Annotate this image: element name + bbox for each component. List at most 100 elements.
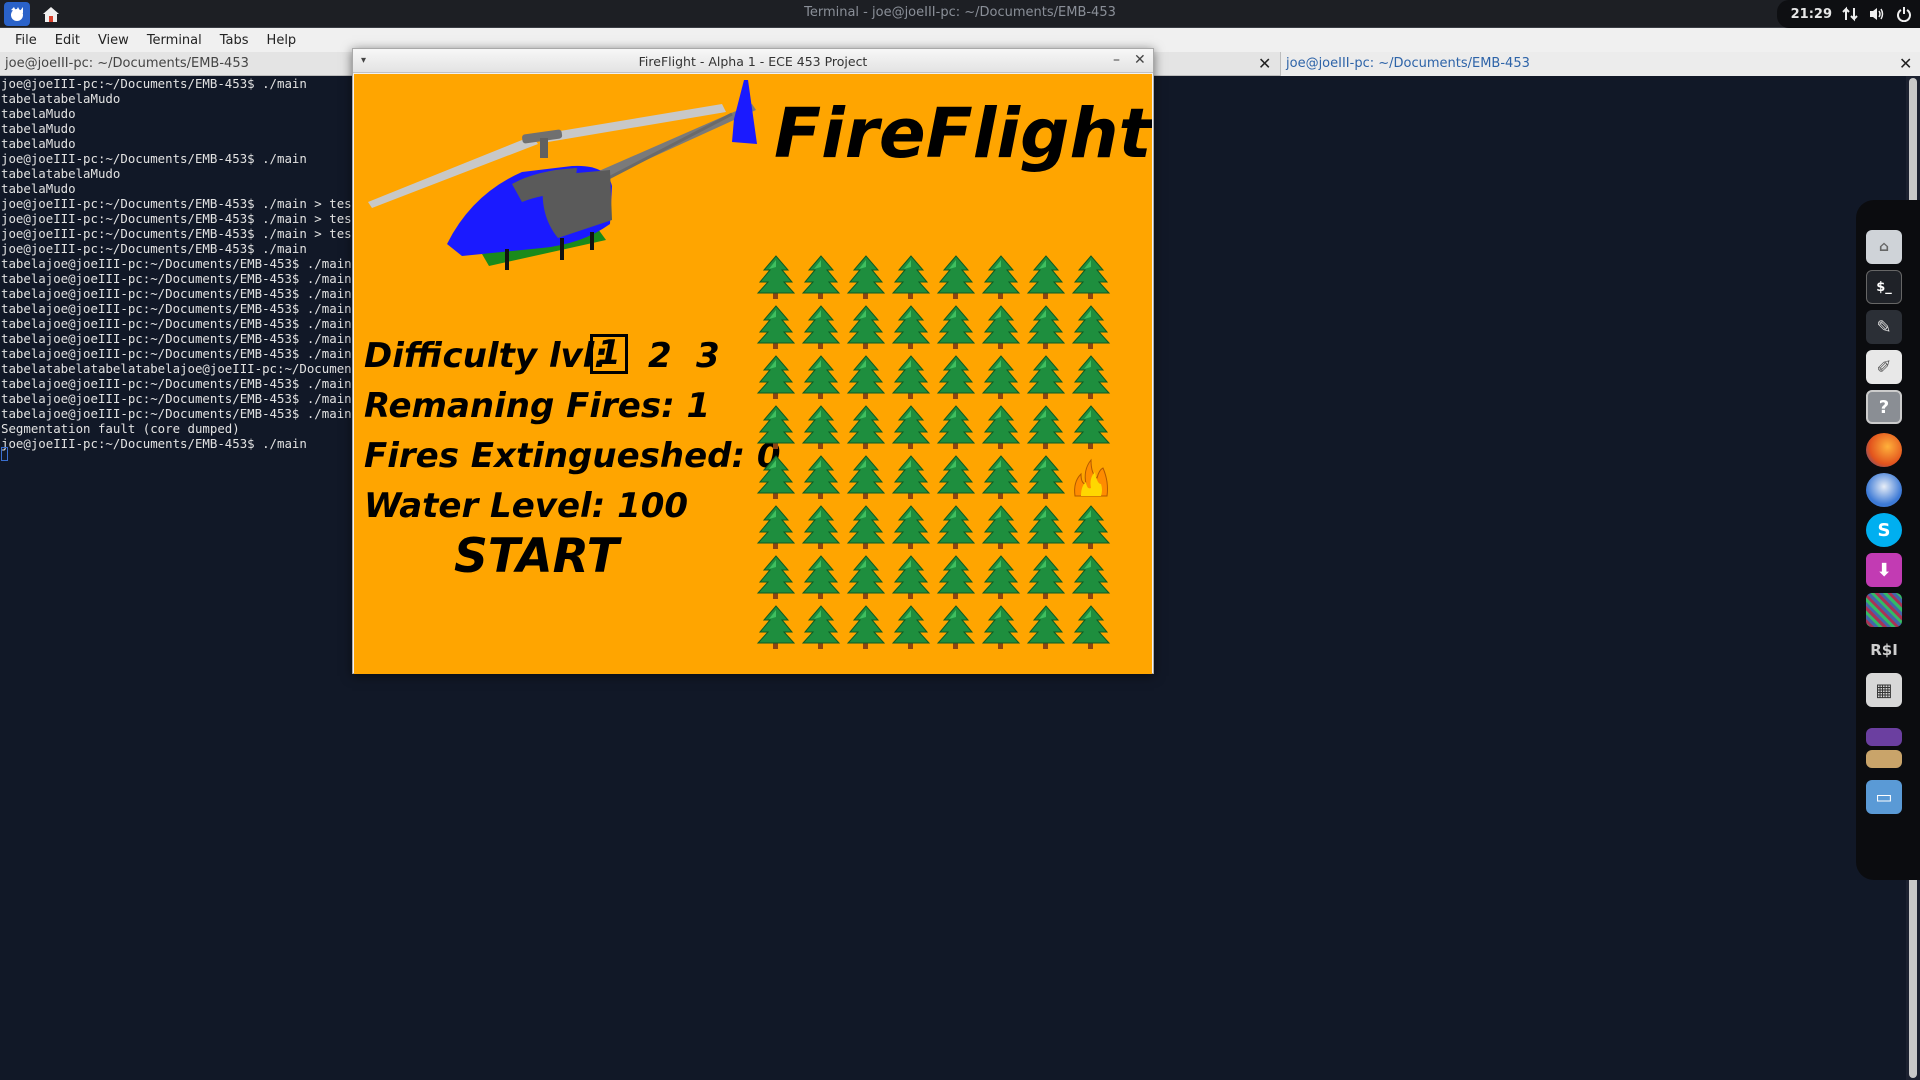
calculator-icon[interactable]: ▦ [1866,673,1902,707]
menu-terminal[interactable]: Terminal [140,33,209,48]
tree-icon [799,304,843,350]
tree-icon [844,254,888,300]
tree-icon [934,554,978,600]
tree-icon [979,454,1023,500]
home-folder-icon[interactable]: ⌂ [1866,230,1902,264]
tree-icon [889,554,933,600]
tree-icon [754,304,798,350]
menu-file[interactable]: File [8,33,44,48]
tree-icon [979,304,1023,350]
tree-icon [844,354,888,400]
tree-icon [979,404,1023,450]
tree-icon [1024,304,1068,350]
tree-icon [934,454,978,500]
fires-extinguished: Fires Extingueshed: 0 [364,436,781,476]
water-level: Water Level: 100 [364,486,689,526]
tree-icon [1024,604,1068,650]
tree-icon [979,504,1023,550]
tree-icon [754,604,798,650]
system-tray: 21:29 [1776,0,1920,28]
volume-icon[interactable] [1868,6,1886,22]
tree-icon [799,504,843,550]
tree-icon [934,254,978,300]
tree-icon [844,504,888,550]
tree-icon [754,404,798,450]
game-logo: FireFlight [774,94,1152,174]
tree-icon [1024,404,1068,450]
tree-icon [799,404,843,450]
tree-icon [844,554,888,600]
tab-2-close-icon[interactable]: ✕ [1899,54,1912,73]
tree-icon [799,604,843,650]
fireflight-window: ▾ FireFlight - Alpha 1 - ECE 453 Project… [352,48,1154,674]
tree-icon [979,604,1023,650]
tree-icon [799,354,843,400]
tree-icon [934,354,978,400]
tree-icon [754,504,798,550]
skype-icon[interactable]: S [1866,513,1902,547]
power-icon[interactable] [1896,6,1912,22]
tree-icon [979,354,1023,400]
tree-icon [934,604,978,650]
tree-icon [754,254,798,300]
start-button[interactable]: START [454,529,619,584]
rsi-icon[interactable]: R$I [1866,633,1902,667]
tree-icon [889,604,933,650]
game-titlebar[interactable]: ▾ FireFlight - Alpha 1 - ECE 453 Project… [353,49,1153,73]
thunderbird-icon[interactable] [1866,473,1902,507]
menu-help[interactable]: Help [260,33,304,48]
tree-icon [889,304,933,350]
tree-icon [844,304,888,350]
photo-icon[interactable] [1866,750,1902,768]
menu-edit[interactable]: Edit [48,33,87,48]
tab-1-close-icon[interactable]: ✕ [1258,54,1271,73]
tab-label: joe@joeIII-pc: ~/Documents/EMB-453 [5,56,249,71]
tree-icon [844,604,888,650]
tree-icon [1024,254,1068,300]
tree-icon [889,254,933,300]
difficulty-level-3[interactable]: 3 [696,336,720,376]
tree-icon [799,554,843,600]
network-icon[interactable] [1842,6,1858,22]
minimize-icon[interactable]: – [1113,52,1120,68]
tree-icon [1069,304,1113,350]
tree-icon [889,504,933,550]
firefox-icon[interactable] [1866,433,1902,467]
terminal-icon[interactable]: $_ [1866,270,1902,304]
game-canvas[interactable]: FireFlight Difficulty lvl: 1 2 3 Remanin… [354,74,1152,674]
difficulty-level-2[interactable]: 2 [648,336,672,376]
remaining-fires: Remaning Fires: 1 [364,386,711,426]
forest-grid[interactable] [754,254,1114,654]
tree-icon [934,304,978,350]
tree-icon [1069,504,1113,550]
tree-icon [889,454,933,500]
notes-icon[interactable]: ✐ [1866,350,1902,384]
tree-icon [934,504,978,550]
close-icon[interactable]: ✕ [1134,52,1146,68]
terminal-tab-2[interactable]: joe@joeIII-pc: ~/Documents/EMB-453 [1280,52,1920,76]
tab-label: joe@joeIII-pc: ~/Documents/EMB-453 [1286,56,1530,71]
menu-tabs[interactable]: Tabs [213,33,256,48]
image-viewer-icon[interactable] [1866,593,1902,627]
text-editor-icon[interactable]: ✎ [1866,310,1902,344]
display-icon[interactable]: ▭ [1866,780,1902,814]
downloader-icon[interactable]: ⬇ [1866,553,1902,587]
tree-icon [1069,404,1113,450]
workspace-icon[interactable] [1866,728,1902,746]
active-window-title: Terminal - joe@joeIII-pc: ~/Documents/EM… [804,5,1116,20]
clock[interactable]: 21:29 [1791,7,1832,22]
helicopter-illustration [368,80,757,270]
tree-icon [979,554,1023,600]
tree-icon [844,454,888,500]
fire-icon [1069,454,1113,500]
help-icon[interactable]: ? [1866,390,1902,424]
tree-icon [1024,554,1068,600]
tree-icon [1069,254,1113,300]
dock: ⌂ $_ ✎ ✐ ? S ⬇ R$I ▦ ▭ [1856,200,1920,880]
tree-icon [1024,504,1068,550]
menu-view[interactable]: View [91,33,136,48]
difficulty-level-1-selected[interactable]: 1 [590,334,628,374]
tree-icon [1024,454,1068,500]
tree-icon [754,554,798,600]
tree-icon [1024,354,1068,400]
